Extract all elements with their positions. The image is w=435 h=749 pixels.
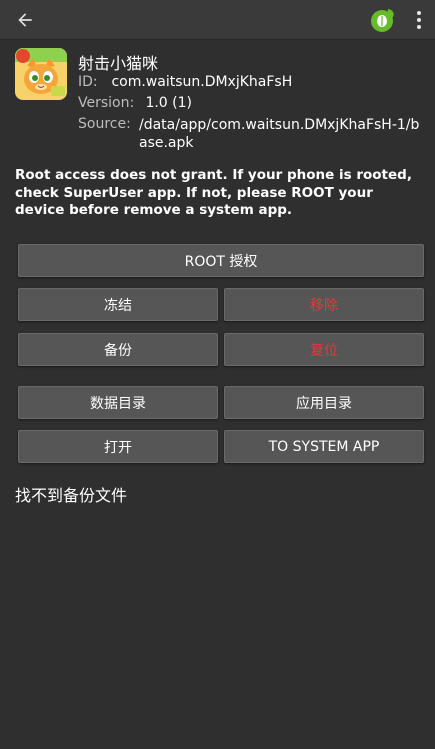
back-button[interactable] <box>10 6 40 34</box>
app-id-label: ID: <box>78 74 98 90</box>
app-version-value: 1.0 (1) <box>145 95 192 111</box>
freeze-button[interactable]: 冻结 <box>18 288 218 321</box>
app-source-row: Source: /data/app/com.waitsun.DMxjKhaFsH-… <box>78 116 424 152</box>
backup-button[interactable]: 备份 <box>18 333 218 366</box>
no-backup-message: 找不到备份文件 <box>15 486 128 505</box>
more-vertical-icon <box>417 11 421 15</box>
open-button[interactable]: 打开 <box>18 430 218 463</box>
leaf-button[interactable] <box>370 7 396 33</box>
restore-button[interactable]: 复位 <box>224 333 424 366</box>
app-id-row: ID: com.waitsun.DMxjKhaFsH <box>78 74 292 90</box>
app-source-value: /data/app/com.waitsun.DMxjKhaFsH-1/base.… <box>139 117 420 151</box>
app-id-value: com.waitsun.DMxjKhaFsH <box>111 74 293 90</box>
arrow-left-icon <box>18 13 32 27</box>
app-name: 射击小猫咪 <box>78 54 159 73</box>
app-source-label: Source: <box>78 116 131 132</box>
to-system-app-button[interactable]: TO SYSTEM APP <box>224 430 424 463</box>
cat-app-icon <box>15 48 67 100</box>
app-directory-button[interactable]: 应用目录 <box>224 386 424 419</box>
app-version-label: Version: <box>78 95 135 111</box>
root-warning-text: Root access does not grant. If your phon… <box>15 167 412 218</box>
remove-button[interactable]: 移除 <box>224 288 424 321</box>
root-grant-button[interactable]: ROOT 授权 <box>18 244 424 277</box>
data-directory-button[interactable]: 数据目录 <box>18 386 218 419</box>
app-version-row: Version: 1.0 (1) <box>78 95 192 111</box>
more-options-button[interactable] <box>412 8 426 32</box>
leaf-icon <box>371 9 394 32</box>
toolbar <box>0 0 435 40</box>
